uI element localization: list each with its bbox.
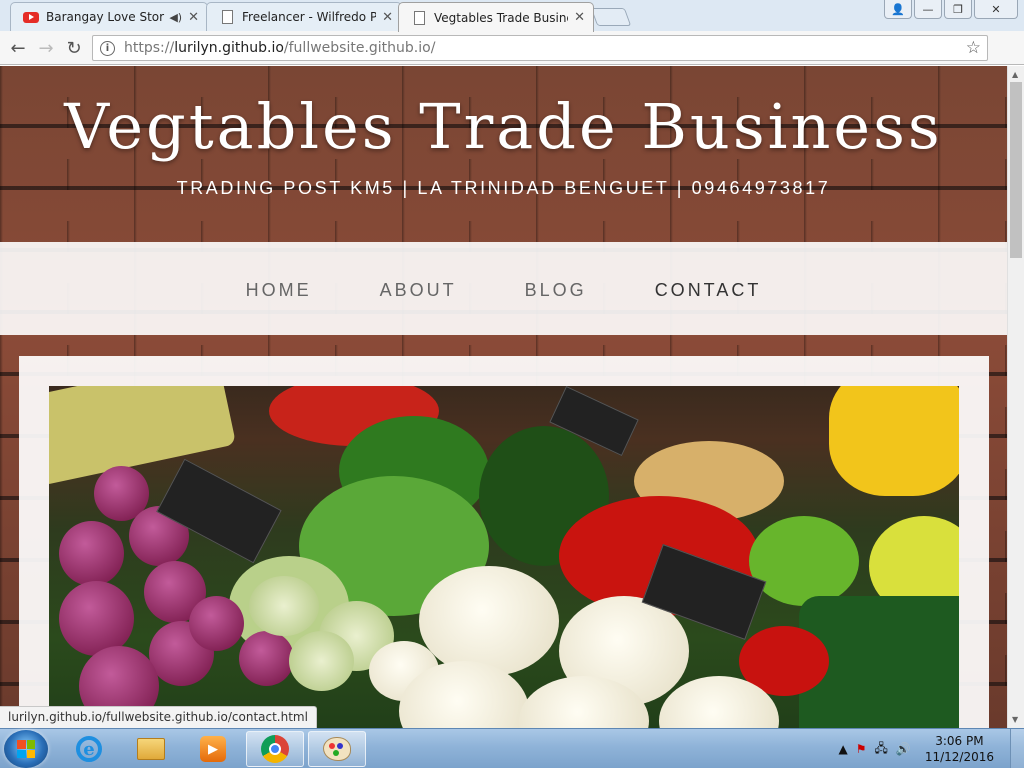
windows-logo-icon bbox=[17, 740, 35, 758]
nav-about[interactable]: ABOUT bbox=[346, 280, 491, 301]
nav-bar: HOME ABOUT BLOG CONTACT bbox=[0, 242, 1007, 335]
reload-button[interactable]: ↻ bbox=[62, 36, 86, 60]
show-desktop-button[interactable] bbox=[1010, 729, 1024, 768]
scroll-thumb[interactable] bbox=[1010, 82, 1022, 258]
minimize-button[interactable]: — bbox=[914, 0, 942, 19]
taskbar-chrome[interactable] bbox=[246, 731, 304, 767]
volume-icon[interactable]: 🔊 bbox=[896, 742, 911, 756]
site-title: Vegtables Trade Business bbox=[64, 90, 943, 163]
close-tab-icon[interactable]: ✕ bbox=[574, 10, 585, 25]
close-window-button[interactable]: ✕ bbox=[974, 0, 1018, 19]
windows-taskbar: e ▶ ▲ ⚑ 🖧 🔊 3:06 PM 11/12/2016 bbox=[0, 728, 1024, 768]
bookmark-star-icon[interactable]: ☆ bbox=[966, 38, 981, 58]
tab-vegtables[interactable]: Vegtables Trade Busines ✕ bbox=[398, 2, 594, 32]
user-icon[interactable]: 👤 bbox=[884, 0, 912, 19]
show-hidden-icons[interactable]: ▲ bbox=[838, 742, 847, 756]
audio-icon[interactable]: ◀) bbox=[169, 11, 182, 24]
clock-time: 3:06 PM bbox=[935, 734, 984, 748]
nav-contact[interactable]: CONTACT bbox=[621, 280, 796, 301]
internet-explorer-icon: e bbox=[76, 736, 102, 762]
start-button[interactable] bbox=[4, 730, 48, 768]
site-subtitle: TRADING POST KM5 | LA TRINIDAD BENGUET |… bbox=[176, 178, 831, 198]
nav-blog[interactable]: BLOG bbox=[491, 280, 621, 301]
youtube-icon bbox=[23, 9, 39, 25]
content-box bbox=[19, 356, 989, 728]
info-icon[interactable]: i bbox=[100, 40, 115, 56]
back-button[interactable]: ← bbox=[6, 36, 30, 60]
flag-error-icon[interactable]: ⚑ bbox=[856, 742, 867, 756]
url-path: /fullwebsite.github.io/ bbox=[283, 40, 436, 56]
chrome-icon bbox=[261, 735, 289, 763]
folder-icon bbox=[137, 738, 165, 760]
tab-barangay[interactable]: Barangay Love Stories ◀) ✕ bbox=[10, 2, 208, 31]
paint-icon bbox=[323, 737, 351, 761]
browser-toolbar: ← → ↻ i https:// lurilyn.github.io /full… bbox=[0, 31, 1024, 65]
page-icon bbox=[411, 10, 427, 26]
url-host: lurilyn.github.io bbox=[174, 40, 284, 56]
tab-title: Freelancer - Wilfredo P. P bbox=[242, 10, 377, 24]
clock-date: 11/12/2016 bbox=[924, 750, 994, 764]
taskbar-paint[interactable] bbox=[308, 731, 366, 767]
new-tab-button[interactable] bbox=[590, 8, 632, 26]
url-scheme: https:// bbox=[124, 40, 175, 56]
status-bar-url: lurilyn.github.io/fullwebsite.github.io/… bbox=[0, 706, 317, 728]
taskbar-explorer[interactable] bbox=[122, 731, 180, 767]
taskbar-media-player[interactable]: ▶ bbox=[184, 731, 242, 767]
window-controls: 👤 — ❐ ✕ bbox=[884, 0, 1018, 19]
tab-freelancer[interactable]: Freelancer - Wilfredo P. P ✕ bbox=[206, 2, 402, 31]
restore-button[interactable]: ❐ bbox=[944, 0, 972, 19]
media-player-icon: ▶ bbox=[200, 736, 226, 762]
address-bar[interactable]: i https:// lurilyn.github.io /fullwebsit… bbox=[92, 35, 988, 61]
close-tab-icon[interactable]: ✕ bbox=[188, 10, 199, 25]
page-viewport: Vegtables Trade Business TRADING POST KM… bbox=[0, 66, 1024, 728]
tab-title: Barangay Love Stories bbox=[46, 10, 165, 24]
tab-title: Vegtables Trade Busines bbox=[434, 10, 569, 25]
tab-strip: Barangay Love Stories ◀) ✕ Freelancer - … bbox=[0, 0, 1024, 32]
scroll-down-icon[interactable]: ▼ bbox=[1012, 715, 1018, 724]
scroll-up-icon[interactable]: ▲ bbox=[1012, 70, 1018, 79]
close-tab-icon[interactable]: ✕ bbox=[382, 10, 393, 25]
nav-home[interactable]: HOME bbox=[212, 280, 346, 301]
forward-button[interactable]: → bbox=[34, 36, 58, 60]
network-icon[interactable]: 🖧 bbox=[874, 739, 887, 760]
system-tray: ▲ ⚑ 🖧 🔊 3:06 PM 11/12/2016 bbox=[838, 729, 994, 768]
page-icon bbox=[219, 9, 235, 25]
vegetable-market-image bbox=[49, 386, 959, 728]
taskbar-ie[interactable]: e bbox=[60, 731, 118, 767]
clock[interactable]: 3:06 PM 11/12/2016 bbox=[925, 733, 994, 765]
page-scrollbar[interactable]: ▲ ▼ bbox=[1007, 66, 1024, 728]
